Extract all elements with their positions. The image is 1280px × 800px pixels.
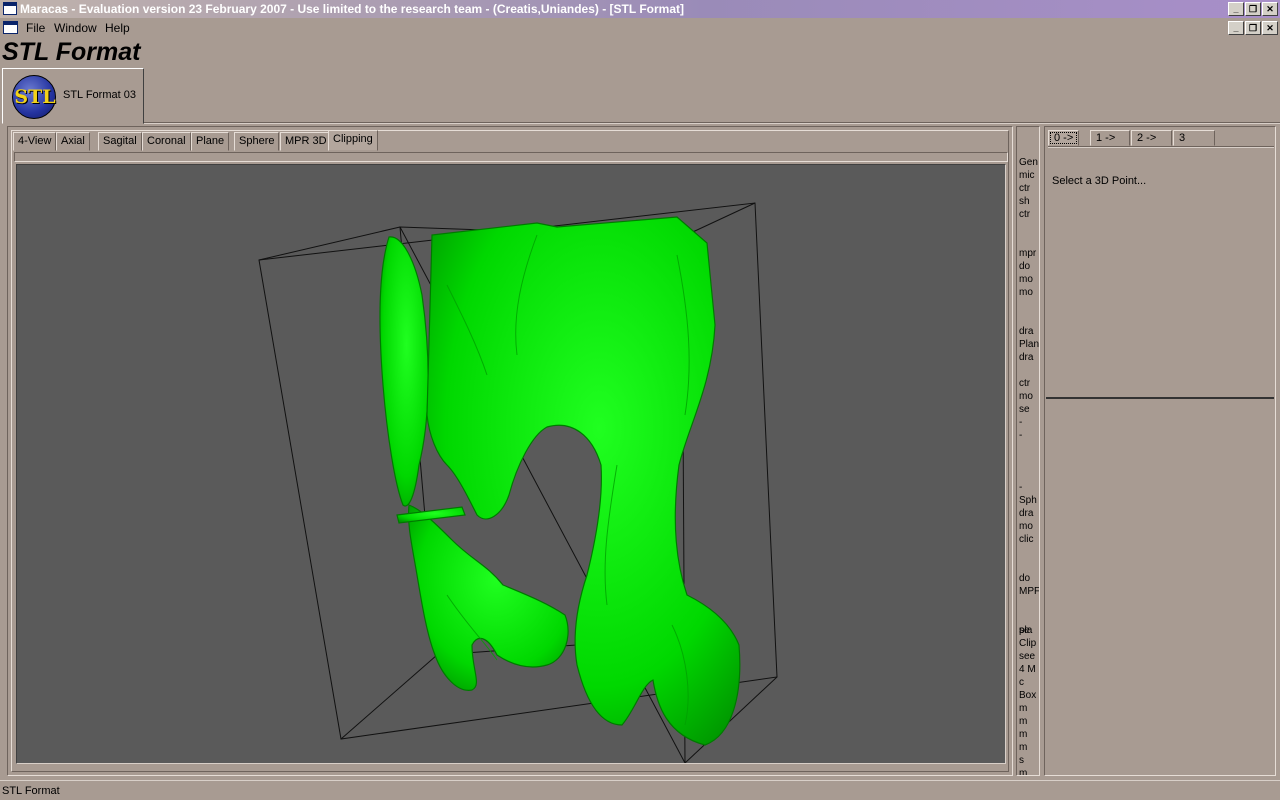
- help-strip-line: mo: [1019, 274, 1033, 285]
- point-panel-splitter[interactable]: [1046, 397, 1274, 399]
- help-strip-line: s: [1019, 755, 1024, 766]
- help-strip-line: m: [1019, 703, 1028, 714]
- 3d-viewport[interactable]: [16, 164, 1006, 764]
- menu-window[interactable]: Window: [54, 21, 97, 35]
- help-strip-line: mo: [1019, 521, 1033, 532]
- help-strip-line: m: [1019, 729, 1028, 740]
- help-strip-line: -: [1019, 482, 1023, 493]
- help-strip-line: Plan: [1019, 339, 1040, 350]
- tab-4-view[interactable]: 4-View: [13, 132, 57, 151]
- help-strip-line: m: [1019, 716, 1028, 727]
- tab-mpr-3d[interactable]: MPR 3D: [280, 132, 332, 151]
- help-strip-line: mo: [1019, 391, 1033, 402]
- app-heading: STL Format: [2, 38, 141, 66]
- tab-coronal[interactable]: Coronal: [142, 132, 191, 151]
- help-strip-line: see: [1019, 651, 1036, 662]
- tab-point-0[interactable]: 0 ->: [1048, 130, 1080, 146]
- tab-baseline: [144, 122, 1280, 124]
- point-tab-baseline: [1048, 146, 1274, 148]
- maximize-button[interactable]: ❐: [1245, 2, 1261, 16]
- toolbar-strip: [14, 152, 1008, 162]
- tab-point-2[interactable]: 2 ->: [1131, 130, 1172, 146]
- app-icon[interactable]: [3, 2, 17, 15]
- help-strip-line: MPF: [1019, 586, 1040, 597]
- 3d-scene[interactable]: [17, 165, 1006, 764]
- doc-close-button[interactable]: ✕: [1262, 21, 1278, 35]
- help-strip-line: do: [1019, 261, 1031, 272]
- help-strip-line: sh: [1019, 196, 1030, 207]
- help-strip-line: mo: [1019, 287, 1033, 298]
- help-strip-line: Gen: [1019, 157, 1038, 168]
- help-strip-line: mic: [1019, 170, 1035, 181]
- help-strip-line: dra: [1019, 326, 1034, 337]
- help-strip-line: m: [1019, 768, 1028, 776]
- window-title: Maracas - Evaluation version 23 February…: [20, 2, 684, 16]
- help-strip-line: -: [1019, 430, 1023, 441]
- document-icon[interactable]: [3, 21, 18, 34]
- help-strip-line: Clip: [1019, 638, 1037, 649]
- help-strip-line: -: [1019, 417, 1023, 428]
- menu-bar: [0, 18, 1280, 38]
- help-strip-line: Box: [1019, 690, 1037, 701]
- menu-file[interactable]: File: [26, 21, 45, 35]
- status-text: STL Format: [2, 785, 60, 797]
- help-strip-line: se: [1019, 404, 1030, 415]
- menu-help[interactable]: Help: [105, 21, 130, 35]
- help-strip-line: do: [1019, 573, 1031, 584]
- module-tab-label: STL Format 03: [63, 89, 136, 101]
- help-strip-line: dra: [1019, 352, 1034, 363]
- tab-plane[interactable]: Plane: [191, 132, 230, 151]
- help-strip-line: mpr: [1019, 248, 1037, 259]
- stl-logo-icon: STL: [12, 75, 56, 119]
- doc-minimize-button[interactable]: _: [1228, 21, 1244, 35]
- stl-logo-text: STL: [14, 86, 56, 108]
- help-strip-line: ctr: [1019, 209, 1031, 220]
- status-bar: [0, 780, 1280, 800]
- help-strip-line: clic: [1019, 534, 1034, 545]
- help-strip-line: pla: [1019, 625, 1033, 636]
- help-strip-line: ctr: [1019, 378, 1031, 389]
- doc-restore-button[interactable]: ❐: [1245, 21, 1261, 35]
- tab-sagital[interactable]: Sagital: [98, 132, 142, 151]
- help-strip-line: 4 M: [1019, 664, 1036, 675]
- help-strip-line: ctr: [1019, 183, 1031, 194]
- tab-point-1[interactable]: 1 ->: [1090, 130, 1130, 146]
- help-strip-line: dra: [1019, 508, 1034, 519]
- minimize-button[interactable]: _: [1228, 2, 1244, 16]
- point-instruction: Select a 3D Point...: [1052, 175, 1147, 187]
- help-strip: Gen mic ctr sh ctr mpr do mo mo dra Plan dra ctr mo se…: [1016, 126, 1040, 776]
- module-tab-stl-format[interactable]: STL STL Format 03: [2, 68, 144, 124]
- point-panel: [1044, 126, 1276, 776]
- tab-clipping[interactable]: Clipping: [328, 130, 378, 151]
- tab-sphere[interactable]: Sphere: [234, 132, 280, 151]
- help-strip-line: c: [1019, 677, 1024, 688]
- window-title-bar[interactable]: Maracas - Evaluation version 23 February…: [0, 0, 1280, 18]
- help-strip-line: Sph: [1019, 495, 1037, 506]
- tab-point-3[interactable]: 3: [1173, 130, 1215, 146]
- tab-axial[interactable]: Axial: [56, 132, 90, 151]
- help-strip-line: m: [1019, 742, 1028, 753]
- close-button[interactable]: ✕: [1262, 2, 1278, 16]
